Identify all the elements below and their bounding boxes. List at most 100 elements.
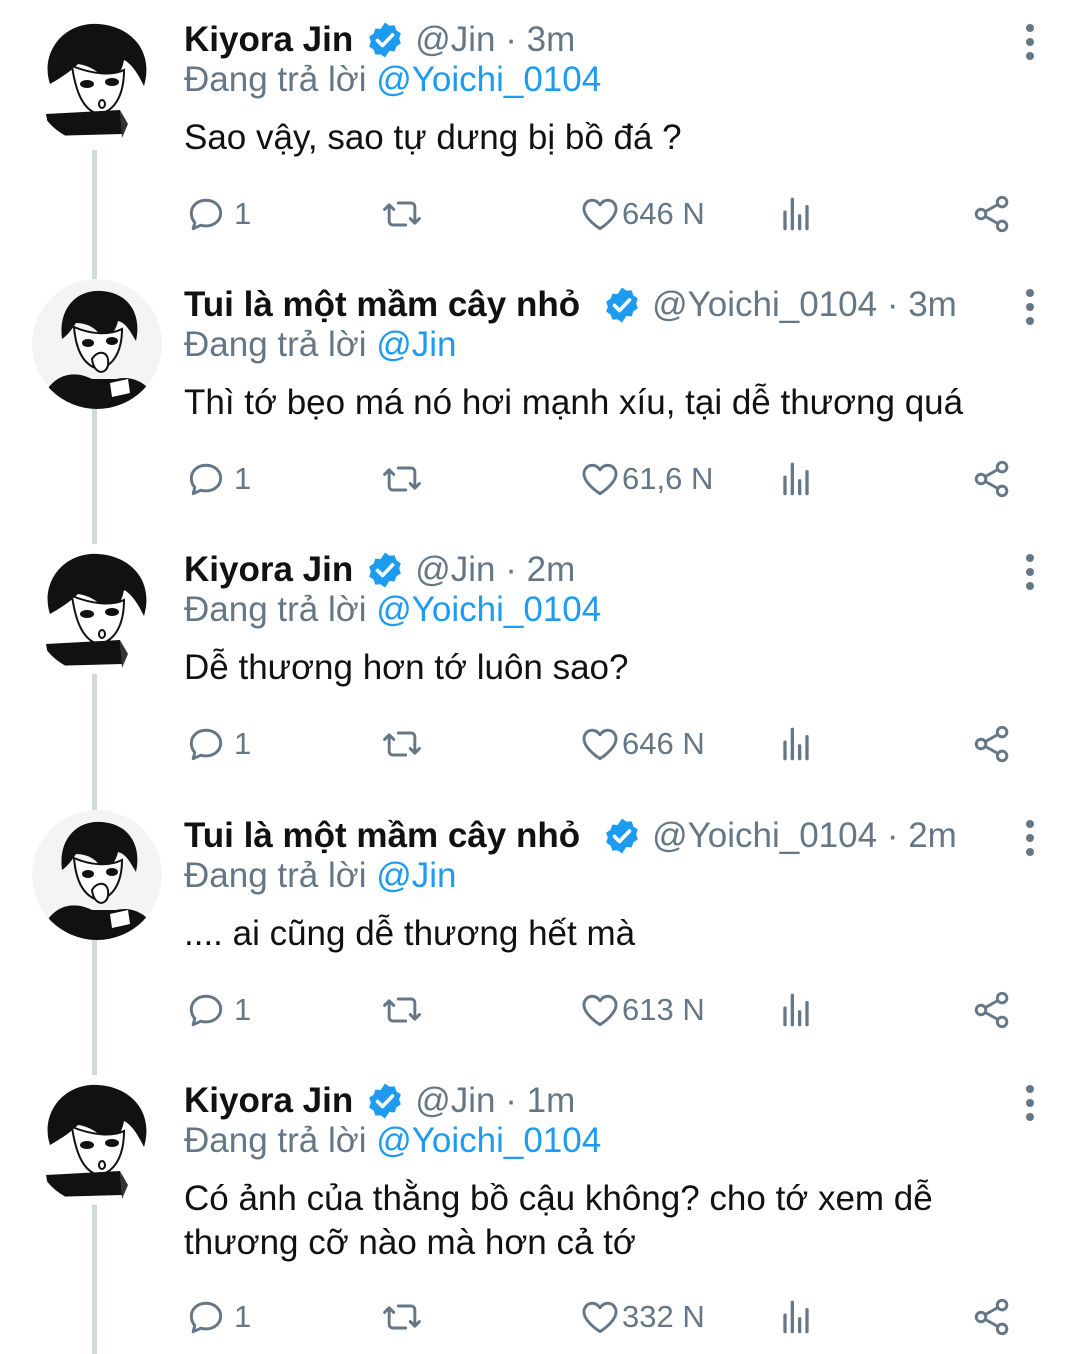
like-button[interactable]: 646 N	[578, 722, 705, 766]
tweet-header: Kiyora Jin @Jin · 1m	[184, 1079, 575, 1123]
handle[interactable]: @Jin	[415, 20, 495, 59]
more-vertical-icon[interactable]	[1018, 1083, 1042, 1123]
tweet[interactable]: Kiyora Jin @Jin · 1m Đang trả lời @Yoich…	[0, 1061, 1080, 1354]
retweet-button[interactable]	[380, 1295, 424, 1339]
display-name[interactable]: Tui là một mầm cây nhỏ	[184, 285, 580, 325]
tweet[interactable]: Tui là một mầm cây nhỏ @Yoichi_0104 · 3m…	[0, 265, 1080, 530]
like-button[interactable]: 61,6 N	[578, 457, 713, 501]
handle[interactable]: @Yoichi_0104	[652, 816, 877, 855]
reply-mention-link[interactable]: @Jin	[376, 325, 456, 364]
heart-icon	[582, 463, 618, 496]
verified-badge-icon	[602, 816, 642, 856]
replying-to: Đang trả lời @Jin	[184, 856, 456, 896]
reply-icon	[189, 198, 223, 231]
more-vertical-icon[interactable]	[1018, 552, 1042, 592]
like-count: 646 N	[622, 196, 705, 231]
replying-label: Đang trả lời	[184, 856, 367, 895]
reply-button[interactable]: 1	[184, 988, 251, 1032]
like-button[interactable]: 613 N	[578, 988, 705, 1032]
display-name[interactable]: Kiyora Jin	[184, 20, 353, 60]
share-icon	[974, 195, 1009, 233]
heart-icon	[582, 728, 618, 761]
avatar[interactable]	[32, 544, 162, 674]
like-count: 613 N	[622, 992, 705, 1027]
views-button[interactable]	[774, 722, 818, 766]
verified-badge-icon	[365, 550, 405, 590]
replying-label: Đang trả lời	[184, 1121, 367, 1160]
handle[interactable]: @Yoichi_0104	[652, 285, 877, 324]
timestamp[interactable]: · 2m	[505, 550, 575, 589]
timestamp[interactable]: · 1m	[505, 1081, 575, 1120]
avatar-yoichi-image	[32, 810, 162, 940]
handle[interactable]: @Jin	[415, 550, 495, 589]
tweet-text: Dễ thương hơn tớ luôn sao?	[184, 648, 629, 687]
like-count: 332 N	[622, 1299, 705, 1334]
reply-count: 1	[234, 726, 252, 761]
reply-button[interactable]: 1	[184, 1295, 251, 1339]
tweet-header: Kiyora Jin @Jin · 2m	[184, 548, 575, 592]
replying-label: Đang trả lời	[184, 60, 367, 99]
timestamp[interactable]: · 2m	[887, 816, 957, 855]
retweet-icon	[383, 466, 421, 492]
verified-badge-icon	[602, 285, 642, 325]
tweet[interactable]: Kiyora Jin @Jin · 3m Đang trả lời @Yoich…	[0, 0, 1080, 265]
heart-icon	[582, 994, 618, 1027]
views-button[interactable]	[774, 457, 818, 501]
reply-button[interactable]: 1	[184, 192, 251, 236]
replying-label: Đang trả lời	[184, 325, 367, 364]
like-button[interactable]: 646 N	[578, 192, 705, 236]
reply-mention-link[interactable]: @Jin	[376, 856, 456, 895]
avatar-jin-image	[46, 23, 147, 138]
reply-mention-link[interactable]: @Yoichi_0104	[376, 60, 601, 99]
avatar-jin-image	[46, 1084, 147, 1199]
display-name[interactable]: Tui là một mầm cây nhỏ	[184, 816, 580, 856]
timestamp[interactable]: · 3m	[887, 285, 957, 324]
views-icon	[783, 993, 809, 1027]
tweet-text: Thì tớ bẹo má nó hơi mạnh xíu, tại dễ th…	[184, 383, 964, 422]
retweet-icon	[383, 997, 421, 1023]
tweet-header: Tui là một mầm cây nhỏ @Yoichi_0104 · 2m	[184, 814, 957, 858]
views-button[interactable]	[774, 988, 818, 1032]
retweet-button[interactable]	[380, 722, 424, 766]
reply-mention-link[interactable]: @Yoichi_0104	[376, 1121, 601, 1160]
views-button[interactable]	[774, 192, 818, 236]
retweet-button[interactable]	[380, 988, 424, 1032]
reply-button[interactable]: 1	[184, 457, 251, 501]
share-button[interactable]	[970, 192, 1014, 236]
tweet[interactable]: Tui là một mầm cây nhỏ @Yoichi_0104 · 2m…	[0, 796, 1080, 1061]
reply-icon	[189, 994, 223, 1027]
avatar[interactable]	[32, 279, 162, 409]
reply-button[interactable]: 1	[184, 722, 251, 766]
views-button[interactable]	[774, 1295, 818, 1339]
tweet-text: .... ai cũng dễ thương hết mà	[184, 914, 636, 953]
share-button[interactable]	[970, 457, 1014, 501]
like-button[interactable]: 332 N	[578, 1295, 705, 1339]
reply-count: 1	[234, 992, 252, 1027]
tweet[interactable]: Kiyora Jin @Jin · 2m Đang trả lời @Yoich…	[0, 530, 1080, 795]
share-icon	[974, 460, 1009, 498]
reply-mention-link[interactable]: @Yoichi_0104	[376, 590, 601, 629]
reply-icon	[189, 463, 223, 496]
tweet-text: Sao vậy, sao tự dưng bị bồ đá ?	[184, 118, 682, 157]
replying-to: Đang trả lời @Yoichi_0104	[184, 1121, 601, 1161]
more-vertical-icon[interactable]	[1018, 287, 1042, 327]
more-vertical-icon[interactable]	[1018, 818, 1042, 858]
display-name[interactable]: Kiyora Jin	[184, 1081, 353, 1121]
display-name[interactable]: Kiyora Jin	[184, 550, 353, 590]
more-vertical-icon[interactable]	[1018, 22, 1042, 62]
action-bar: 1 646 N	[184, 192, 1024, 236]
avatar[interactable]	[32, 1075, 162, 1205]
retweet-button[interactable]	[380, 192, 424, 236]
avatar[interactable]	[32, 810, 162, 940]
reply-count: 1	[234, 461, 252, 496]
retweet-button[interactable]	[380, 457, 424, 501]
share-button[interactable]	[970, 1295, 1014, 1339]
share-button[interactable]	[970, 722, 1014, 766]
handle[interactable]: @Jin	[415, 1081, 495, 1120]
timestamp[interactable]: · 3m	[505, 20, 575, 59]
action-bar: 1 613 N	[184, 988, 1024, 1032]
heart-icon	[582, 198, 618, 231]
share-button[interactable]	[970, 988, 1014, 1032]
avatar[interactable]	[32, 14, 162, 144]
replying-label: Đang trả lời	[184, 590, 367, 629]
